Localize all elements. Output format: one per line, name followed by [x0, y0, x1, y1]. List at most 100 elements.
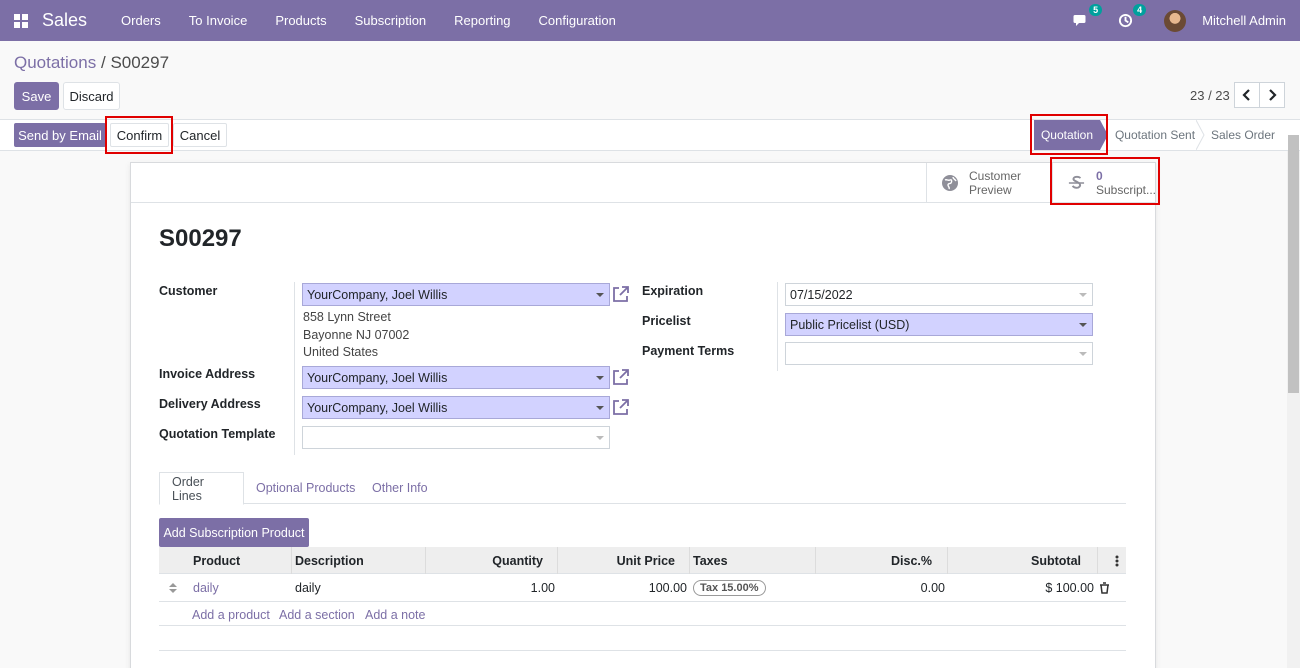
breadcrumb-current: S00297	[110, 53, 170, 72]
customer-field[interactable]: YourCompany, Joel Willis	[302, 283, 610, 306]
stage-quotation-sent[interactable]: Quotation Sent	[1110, 120, 1200, 150]
payment-terms-field[interactable]	[785, 342, 1093, 365]
column-unit-price[interactable]: Unit Price	[561, 547, 675, 574]
stage-arrow	[1196, 120, 1205, 150]
column-separator	[557, 547, 558, 574]
address-line-2: Bayonne NJ 07002	[303, 328, 410, 342]
send-by-email-button[interactable]: Send by Email	[14, 123, 106, 147]
quotation-template-label: Quotation Template	[159, 427, 276, 441]
column-separator	[294, 282, 295, 455]
row-taxes[interactable]: Tax 15.00%	[693, 574, 766, 602]
row-product[interactable]: daily	[193, 574, 219, 602]
drag-handle-icon[interactable]	[169, 574, 177, 602]
add-subscription-product-button[interactable]: Add Subscription Product	[159, 518, 309, 547]
subscriptions-highlight-box	[1050, 157, 1160, 205]
user-name[interactable]: Mitchell Admin	[1202, 13, 1286, 28]
dropdown-caret-icon	[1079, 352, 1087, 356]
empty-row	[159, 626, 1126, 651]
expiration-label: Expiration	[642, 284, 704, 298]
menu-products[interactable]: Products	[261, 13, 340, 28]
column-taxes[interactable]: Taxes	[693, 547, 728, 574]
column-separator	[1097, 547, 1098, 574]
stage-sales-order[interactable]: Sales Order	[1206, 120, 1280, 150]
pager-counter[interactable]: 23 / 23	[1190, 88, 1230, 103]
trash-icon[interactable]	[1099, 574, 1110, 602]
delivery-address-value: YourCompany, Joel Willis	[307, 400, 448, 415]
customer-preview-button[interactable]: Customer Preview	[926, 163, 1052, 203]
discard-button[interactable]: Discard	[63, 82, 120, 110]
external-link-icon[interactable]	[612, 398, 630, 416]
dropdown-caret-icon	[596, 293, 604, 297]
apps-menu-icon[interactable]	[0, 0, 42, 41]
menu-subscription[interactable]: Subscription	[341, 13, 441, 28]
cancel-button[interactable]: Cancel	[173, 123, 227, 147]
pager-next-button[interactable]	[1259, 82, 1285, 108]
globe-icon	[942, 175, 958, 191]
column-separator	[291, 547, 292, 574]
messages-icon[interactable]: 5	[1072, 3, 1103, 30]
activities-icon[interactable]: 4	[1116, 3, 1147, 30]
row-description[interactable]: daily	[295, 574, 321, 602]
messages-badge: 5	[1089, 3, 1103, 16]
customer-label: Customer	[159, 284, 218, 298]
row-discount[interactable]: 0.00	[819, 574, 945, 602]
tab-optional-products[interactable]: Optional Products	[244, 472, 367, 504]
pricelist-label: Pricelist	[642, 314, 691, 328]
column-description[interactable]: Description	[295, 547, 364, 574]
column-separator	[815, 547, 816, 574]
save-button[interactable]: Save	[14, 82, 59, 110]
column-product[interactable]: Product	[193, 547, 240, 574]
customer-preview-label: Customer Preview	[969, 169, 1021, 197]
column-discount[interactable]: Disc.%	[819, 547, 932, 574]
pricelist-value: Public Pricelist (USD)	[790, 317, 910, 332]
smart-button-box: Customer Preview 0 Subscript...	[131, 163, 1156, 203]
top-navbar: Sales Orders To Invoice Products Subscri…	[0, 0, 1300, 41]
invoice-address-label: Invoice Address	[159, 367, 256, 381]
breadcrumb-quotations[interactable]: Quotations	[14, 53, 96, 72]
customer-preview-line2: Preview	[969, 183, 1012, 197]
tab-order-lines[interactable]: Order Lines	[159, 472, 244, 505]
menu-to-invoice[interactable]: To Invoice	[175, 13, 262, 28]
confirm-highlight-box	[105, 116, 173, 154]
notebook-tabs: Order Lines Optional Products Other Info	[159, 472, 1126, 505]
row-subtotal: $ 100.00	[1045, 581, 1094, 595]
activities-badge: 4	[1133, 3, 1147, 16]
scrollbar-thumb[interactable]	[1288, 135, 1299, 393]
tax-tag[interactable]: Tax 15.00%	[693, 580, 766, 596]
dropdown-caret-icon	[596, 376, 604, 380]
chevron-right-icon	[1269, 89, 1277, 101]
column-separator	[777, 282, 778, 371]
chevron-left-icon	[1242, 89, 1250, 101]
external-link-icon[interactable]	[612, 285, 630, 303]
column-separator	[689, 547, 690, 574]
expiration-field[interactable]: 07/15/2022	[785, 283, 1093, 306]
pricelist-field[interactable]: Public Pricelist (USD)	[785, 313, 1093, 336]
row-unit-price[interactable]: 100.00	[561, 574, 687, 602]
order-lines-header: Product Description Quantity Unit Price …	[159, 547, 1126, 574]
pager-previous-button[interactable]	[1234, 82, 1260, 108]
quotation-stage-highlight-box	[1030, 114, 1108, 155]
delivery-address-field[interactable]: YourCompany, Joel Willis	[302, 396, 610, 419]
payment-terms-label: Payment Terms	[642, 344, 735, 358]
record-title: S00297	[159, 225, 242, 252]
column-subtotal[interactable]: Subtotal	[951, 547, 1081, 574]
tab-other-info[interactable]: Other Info	[360, 472, 440, 504]
invoice-address-field[interactable]: YourCompany, Joel Willis	[302, 366, 610, 389]
expiration-value: 07/15/2022	[790, 287, 853, 302]
breadcrumb: Quotations / S00297	[14, 53, 169, 73]
app-name[interactable]: Sales	[42, 10, 87, 31]
menu-orders[interactable]: Orders	[107, 13, 175, 28]
external-link-icon[interactable]	[612, 368, 630, 386]
optional-columns-icon[interactable]	[1115, 547, 1119, 574]
column-separator	[425, 547, 426, 574]
user-avatar[interactable]	[1164, 9, 1187, 32]
column-quantity[interactable]: Quantity	[429, 547, 543, 574]
quotation-template-field[interactable]	[302, 426, 610, 449]
row-quantity[interactable]: 1.00	[429, 574, 555, 602]
add-line-row	[159, 602, 1126, 626]
form-sheet: Customer Preview 0 Subscript... S00297 C…	[130, 162, 1156, 668]
invoice-address-value: YourCompany, Joel Willis	[307, 370, 448, 385]
menu-reporting[interactable]: Reporting	[440, 13, 524, 28]
table-row[interactable]: daily daily 1.00 100.00 Tax 15.00% 0.00 …	[159, 574, 1126, 602]
menu-configuration[interactable]: Configuration	[525, 13, 630, 28]
